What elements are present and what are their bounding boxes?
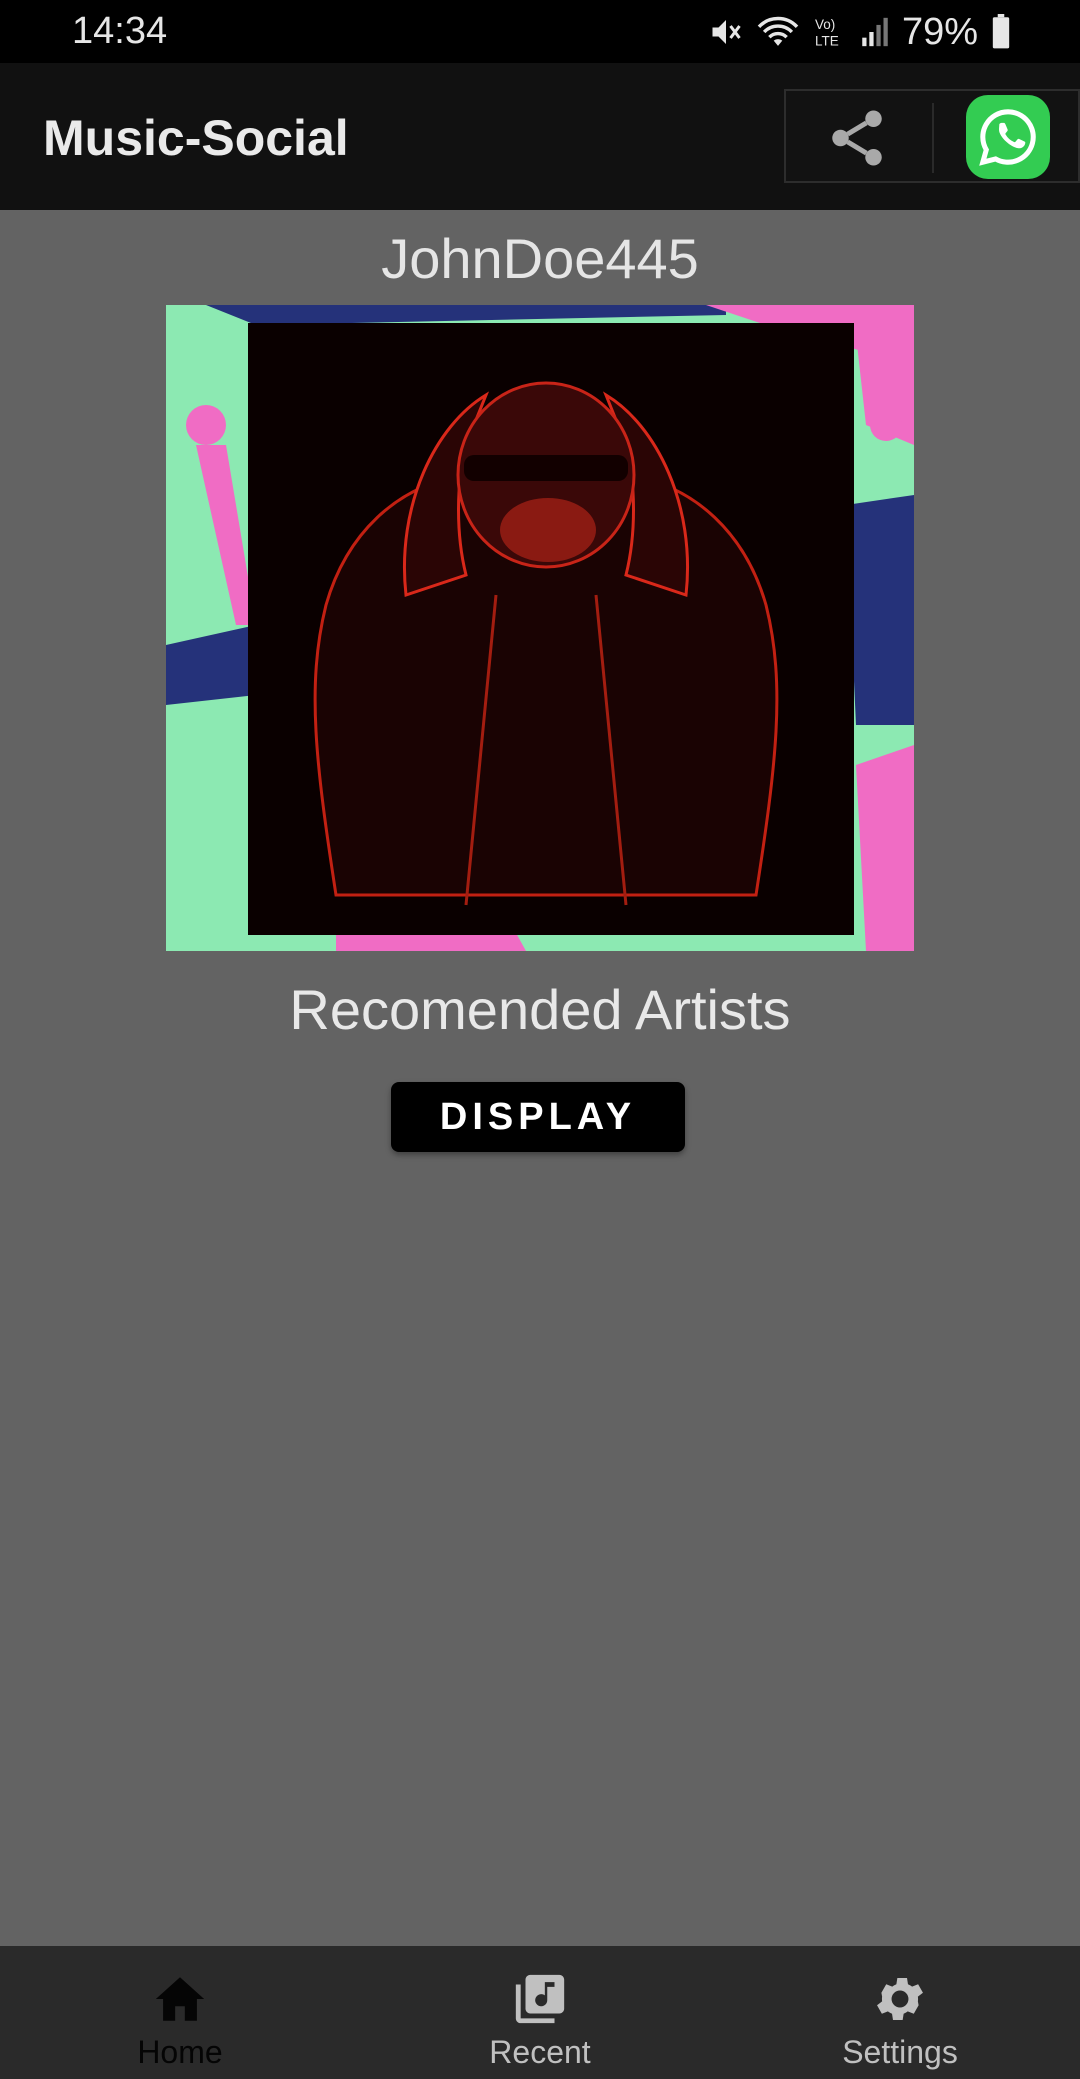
profile-photo <box>166 305 914 951</box>
nav-home[interactable]: Home <box>0 1946 360 2079</box>
gear-icon <box>877 1977 923 2021</box>
signal-icon <box>862 17 888 47</box>
nav-recent-label: Recent <box>489 2034 591 2070</box>
svg-text:Vo): Vo) <box>815 17 835 32</box>
mute-icon <box>712 20 741 44</box>
status-icons: Vo) LTE 79% <box>708 8 1012 56</box>
whatsapp-icon <box>979 109 1036 166</box>
music-library-icon <box>515 1974 565 2024</box>
recommended-artists-title: Recomended Artists <box>289 978 791 1041</box>
volte-icon: Vo) LTE <box>815 17 839 49</box>
home-icon <box>155 1977 205 2021</box>
bottom-navigation: Home Recent Settings <box>0 1946 1080 2079</box>
display-button[interactable]: DISPLAY <box>391 1082 685 1152</box>
wifi-icon <box>757 16 799 46</box>
status-bar: 14:34 Vo) LTE 79% <box>0 0 1080 63</box>
battery-percent: 79% <box>901 10 978 53</box>
app-bar-actions <box>784 89 1080 183</box>
battery-icon <box>992 14 1010 49</box>
svg-text:LTE: LTE <box>815 34 839 49</box>
nav-settings[interactable]: Settings <box>720 1946 1080 2079</box>
whatsapp-button[interactable] <box>966 95 1050 179</box>
app-bar: Music-Social <box>0 63 1080 210</box>
nav-home-label: Home <box>137 2034 223 2070</box>
status-time: 14:34 <box>72 10 168 52</box>
profile-image[interactable] <box>166 305 914 951</box>
app-title: Music-Social <box>43 110 349 166</box>
share-button[interactable] <box>818 99 896 177</box>
nav-recent[interactable]: Recent <box>360 1946 720 2079</box>
share-icon <box>832 110 882 166</box>
username: JohnDoe445 <box>381 227 699 290</box>
action-divider <box>932 103 934 173</box>
nav-settings-label: Settings <box>842 2034 958 2070</box>
